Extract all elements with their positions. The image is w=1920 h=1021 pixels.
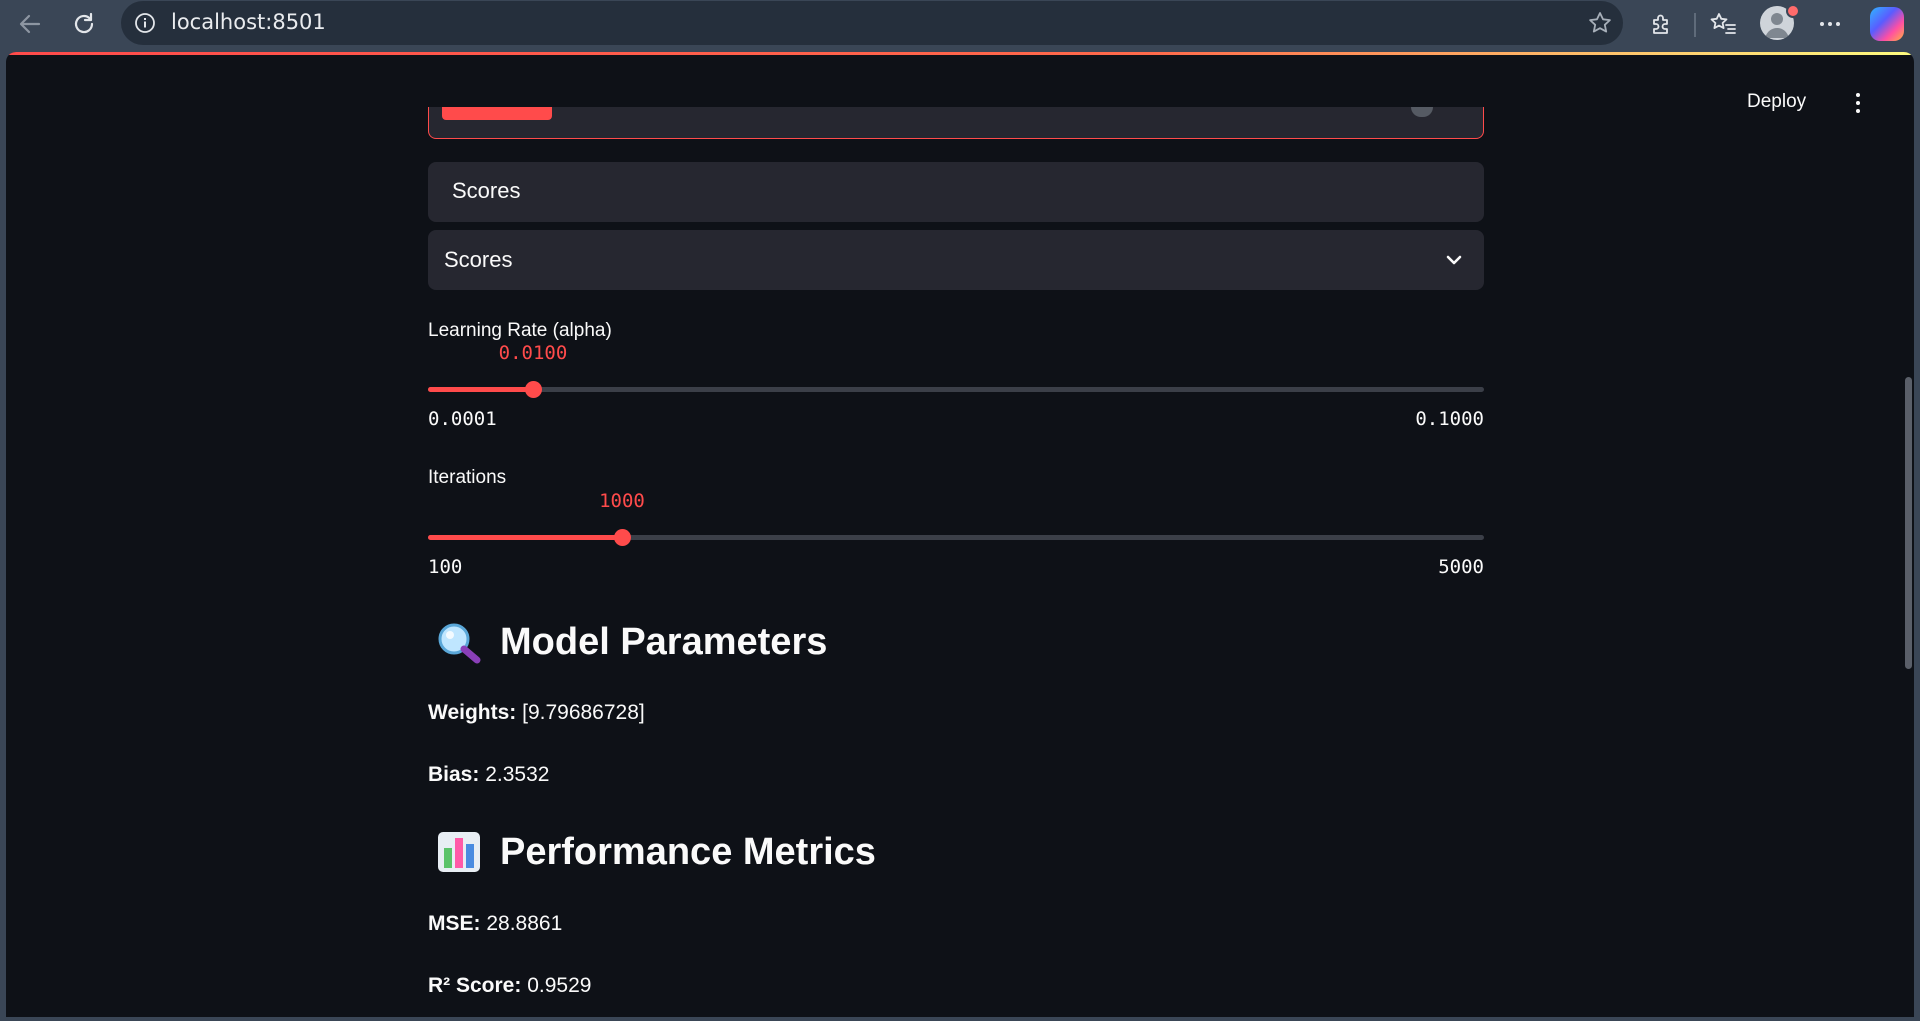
r2-label: R² Score: bbox=[428, 974, 522, 997]
favorites-list-icon bbox=[1710, 13, 1736, 34]
notification-dot bbox=[1786, 4, 1800, 18]
page-scrollbar[interactable] bbox=[1905, 377, 1912, 669]
slider-label: Iterations bbox=[428, 467, 507, 488]
multiselect-input[interactable] bbox=[428, 107, 1484, 139]
bar-chart-icon bbox=[434, 830, 486, 874]
dropdown-list: Scores bbox=[428, 162, 1484, 222]
magnifying-glass-icon bbox=[434, 620, 486, 664]
app-viewport: Deploy Scores Scores Learning Rate (alph… bbox=[6, 52, 1914, 1017]
mse-label: MSE: bbox=[428, 912, 481, 935]
main-menu-button[interactable] bbox=[1846, 90, 1870, 116]
toolbar-divider bbox=[1694, 13, 1696, 37]
back-arrow-icon bbox=[19, 14, 41, 34]
multiselect-tag[interactable] bbox=[442, 107, 552, 120]
slider-thumb[interactable] bbox=[614, 529, 631, 546]
weights-line: Weights: [9.79686728] bbox=[428, 701, 645, 725]
slider-value: 1000 bbox=[599, 490, 645, 512]
reload-button[interactable] bbox=[64, 4, 104, 44]
back-button[interactable] bbox=[10, 4, 50, 44]
slider-fill bbox=[428, 387, 533, 392]
slider-track[interactable] bbox=[428, 381, 1484, 398]
slider-fill bbox=[428, 535, 622, 540]
heading-text: Performance Metrics bbox=[500, 830, 876, 873]
favorites-button[interactable] bbox=[1703, 4, 1743, 44]
slider-track[interactable] bbox=[428, 529, 1484, 546]
select-box[interactable]: Scores bbox=[428, 230, 1484, 290]
more-menu-button[interactable] bbox=[1810, 4, 1850, 44]
weights-value: [9.79686728] bbox=[516, 701, 645, 724]
mse-value: 28.8861 bbox=[480, 912, 563, 935]
bias-label: Bias: bbox=[428, 763, 480, 786]
model-parameters-heading: Model Parameters bbox=[428, 620, 827, 664]
address-bar[interactable]: localhost:8501 bbox=[121, 1, 1623, 45]
r2-line: R² Score: 0.9529 bbox=[428, 974, 591, 998]
extensions-button[interactable] bbox=[1641, 4, 1681, 44]
select-value: Scores bbox=[444, 247, 513, 272]
slider-min: 0.0001 bbox=[428, 408, 497, 430]
dropdown-option[interactable]: Scores bbox=[452, 178, 520, 204]
slider-thumb[interactable] bbox=[525, 381, 542, 398]
slider-max: 0.1000 bbox=[1415, 408, 1484, 430]
site-info-icon[interactable] bbox=[134, 12, 156, 34]
bias-value: 2.3532 bbox=[479, 763, 550, 786]
slider-max: 5000 bbox=[1438, 556, 1484, 578]
heading-text: Model Parameters bbox=[500, 620, 828, 663]
puzzle-icon bbox=[1653, 14, 1668, 34]
slider-value: 0.0100 bbox=[498, 342, 568, 364]
chevron-down-icon bbox=[1446, 255, 1462, 265]
mse-line: MSE: 28.8861 bbox=[428, 912, 562, 936]
clear-icon[interactable] bbox=[1411, 107, 1433, 117]
deploy-button[interactable]: Deploy bbox=[1747, 91, 1806, 113]
favorite-star-icon[interactable] bbox=[1587, 10, 1613, 36]
bias-line: Bias: 2.3532 bbox=[428, 763, 549, 787]
weights-label: Weights: bbox=[428, 701, 517, 724]
url-text: localhost:8501 bbox=[171, 10, 326, 34]
copilot-icon[interactable] bbox=[1870, 7, 1904, 41]
browser-toolbar: localhost:8501 bbox=[0, 0, 1920, 52]
performance-metrics-heading: Performance Metrics bbox=[428, 830, 876, 874]
slider-label: Learning Rate (alpha) bbox=[428, 320, 612, 341]
r2-value: 0.9529 bbox=[521, 974, 592, 997]
slider-min: 100 bbox=[428, 556, 463, 578]
reload-icon bbox=[74, 12, 94, 34]
ellipsis-icon bbox=[1820, 22, 1840, 26]
main-column: Scores Scores Learning Rate (alpha) 0.01… bbox=[428, 52, 1484, 1017]
